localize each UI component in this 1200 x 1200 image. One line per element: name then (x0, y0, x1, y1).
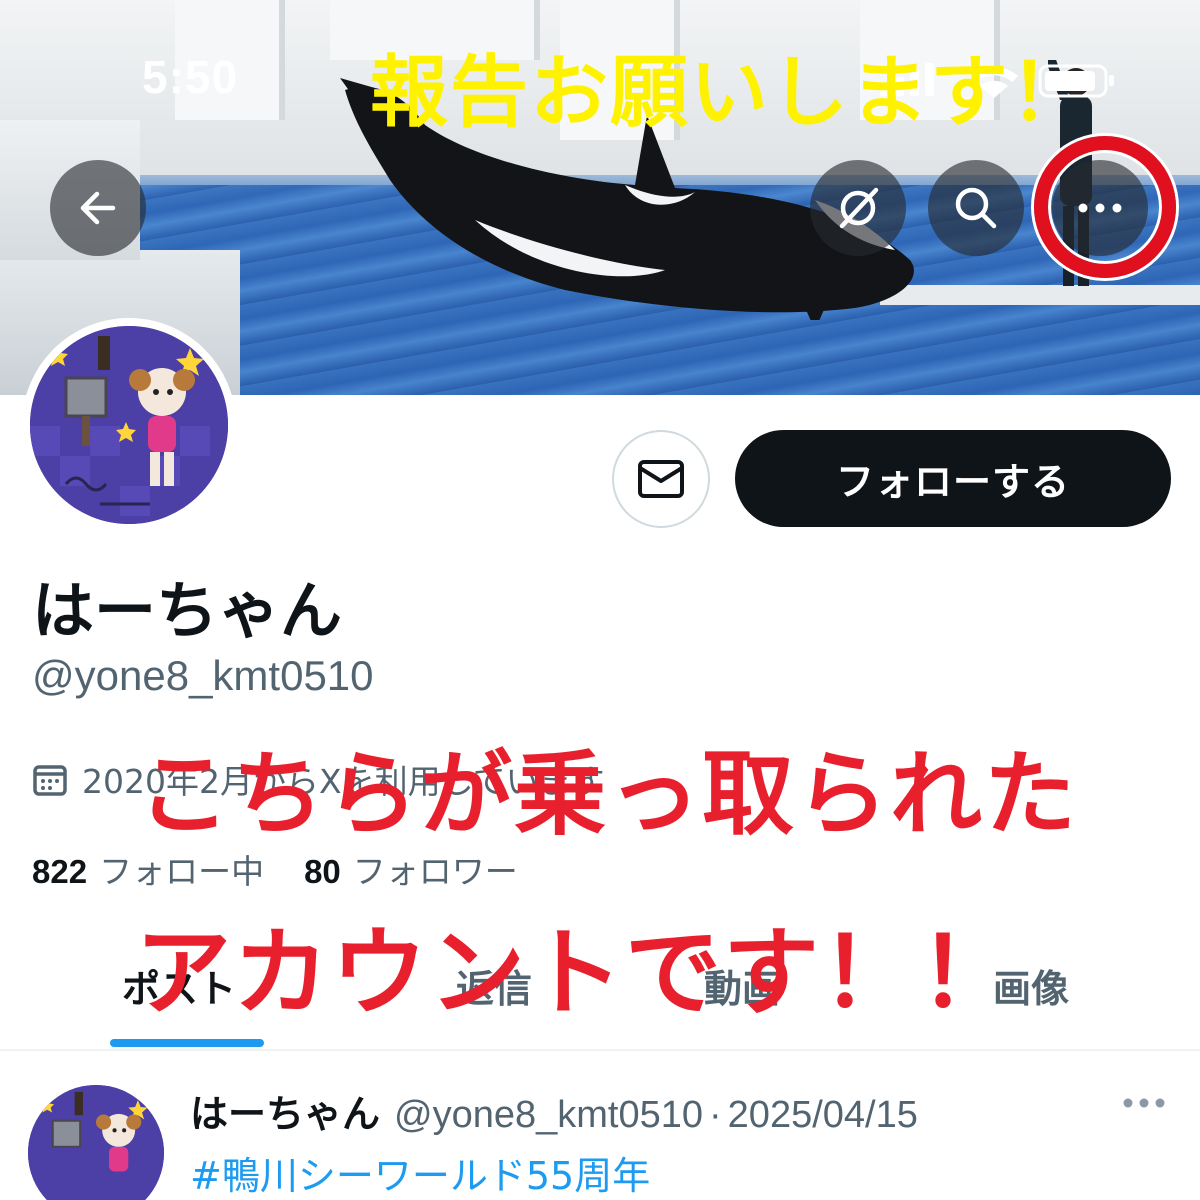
annotation-top-notice: 報告お願いします！ (370, 48, 1091, 138)
post-separator: · (709, 1094, 722, 1136)
avatar-character-icon (28, 1085, 164, 1200)
avatar-character-icon (30, 326, 228, 524)
search-button[interactable] (928, 160, 1024, 256)
following-label: フォロー中 (99, 852, 265, 891)
profile-handle: @yone8_kmt0510 (32, 652, 374, 699)
highlight-circle (1034, 136, 1176, 278)
avatar-image (30, 326, 228, 524)
post-avatar[interactable] (28, 1085, 164, 1200)
active-tab-indicator (110, 1039, 264, 1047)
back-button[interactable] (50, 160, 146, 256)
followers-label: フォロワー (352, 852, 518, 891)
post-more-button[interactable] (1122, 1094, 1166, 1113)
post-hashtag[interactable]: #鴨川シーワールド55周年 (190, 1145, 650, 1200)
follow-button[interactable]: フォローする (735, 430, 1171, 527)
grok-icon (839, 187, 879, 229)
calendar-icon (33, 765, 67, 796)
status-time: 5:50 (142, 51, 239, 103)
more-horizontal-icon (1123, 1098, 1165, 1108)
envelope-icon (638, 460, 684, 498)
post-author-name[interactable]: はーちゃん (190, 1092, 380, 1136)
followers-count: 80 (304, 853, 341, 890)
arrow-left-icon (80, 191, 116, 225)
message-button[interactable] (612, 430, 710, 528)
divider (0, 1049, 1200, 1051)
annotation-hijacked-line2: アカウントです！！ (135, 917, 1017, 1029)
post-header: はーちゃん @yone8_kmt0510 · 2025/04/15 (190, 1083, 918, 1138)
display-name: はーちゃん (32, 574, 343, 647)
search-icon (955, 187, 997, 229)
grok-button[interactable] (810, 160, 906, 256)
profile-avatar[interactable] (22, 318, 236, 532)
annotation-hijacked-line1: こちらが乗っ取られた (138, 741, 1079, 848)
banner-pool-edge (880, 285, 1200, 305)
following-count: 822 (32, 853, 88, 890)
post-author-handle[interactable]: @yone8_kmt0510 (394, 1094, 703, 1136)
post-date[interactable]: 2025/04/15 (728, 1094, 918, 1136)
